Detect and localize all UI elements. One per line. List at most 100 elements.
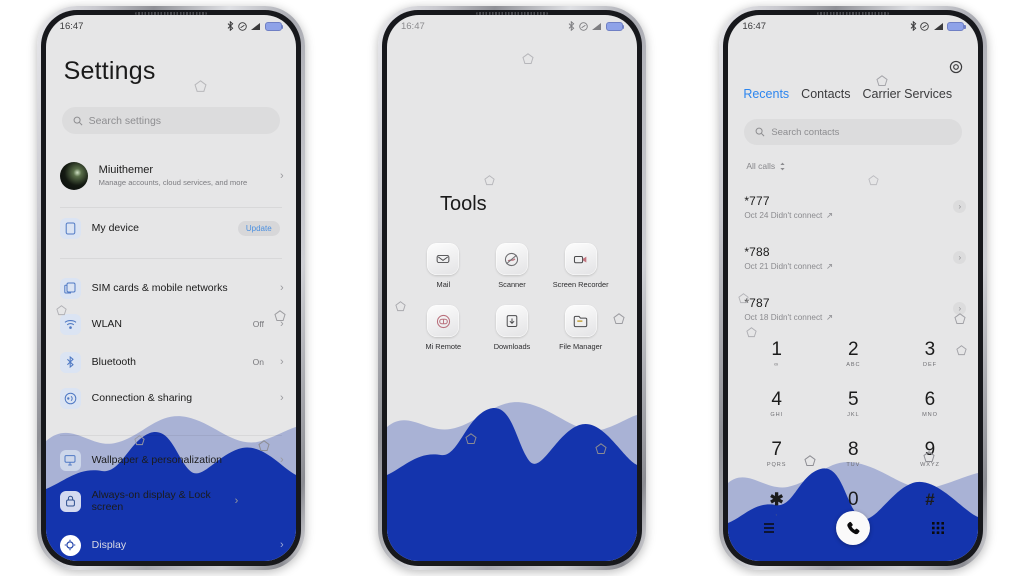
call-log-row[interactable]: *787 Oct 18 Didn't connect › xyxy=(744,283,967,334)
app-label: Screen Recorder xyxy=(552,280,609,289)
chevron-right-icon: › xyxy=(279,453,284,466)
call-detail: Oct 24 Didn't connect xyxy=(744,211,953,220)
screenshot-stage: 16:47 Settings Search settings Miuitheme… xyxy=(0,0,1024,576)
sidebar-item-connection-sharing[interactable]: Connection & sharing › xyxy=(59,381,284,415)
sidebar-item-wallpaper[interactable]: Wallpaper & personalization › xyxy=(59,443,284,477)
key-letters: JKL xyxy=(847,411,860,418)
chevron-right-icon[interactable]: › xyxy=(953,200,967,213)
status-badge[interactable]: Update xyxy=(237,220,280,236)
bluetooth-icon xyxy=(227,21,234,31)
sidebar-item-my-device[interactable]: My device Update xyxy=(59,211,284,245)
outgoing-call-arrow-icon xyxy=(827,212,833,218)
bluetooth-icon xyxy=(569,21,575,31)
screen-recorder-icon xyxy=(564,243,597,275)
app-icon-mail[interactable]: Mail xyxy=(409,243,478,289)
call-button-icon[interactable] xyxy=(836,511,871,545)
divider xyxy=(59,207,282,208)
search-placeholder: Search contacts xyxy=(771,126,840,138)
app-icon-screen-recorder[interactable]: Screen Recorder xyxy=(546,243,615,289)
app-icon-mi-remote[interactable]: Mi Remote xyxy=(409,305,478,351)
connection-sharing-icon xyxy=(59,387,81,409)
call-filter-label: All calls xyxy=(746,161,776,171)
battery-icon xyxy=(605,21,625,31)
battery-icon xyxy=(264,21,284,31)
search-input[interactable]: Search settings xyxy=(61,107,280,134)
app-icon-file-manager[interactable]: File Manager xyxy=(546,305,615,351)
key-letters: ABC xyxy=(846,361,861,368)
keypad-icon[interactable] xyxy=(925,521,951,535)
call-detail-text: Oct 18 Didn't connect xyxy=(744,312,823,322)
call-filter[interactable]: All calls xyxy=(746,161,786,171)
key-digit: 8 xyxy=(848,438,859,460)
dialpad-key-2[interactable]: 2 ABC xyxy=(815,333,892,375)
call-info: *777 Oct 24 Didn't connect xyxy=(744,194,953,220)
key-letters: MNO xyxy=(922,411,938,418)
key-letters: ∞ xyxy=(774,361,780,368)
chevron-right-icon: › xyxy=(279,391,284,404)
tab-carrier-services[interactable]: Carrier Services xyxy=(863,87,953,101)
sidebar-item-display[interactable]: Display › xyxy=(59,528,284,561)
status-bar: 16:47 xyxy=(46,15,296,37)
status-bar: 16:47 xyxy=(387,15,637,37)
sidebar-item-wlan[interactable]: WLAN Off › xyxy=(59,307,284,341)
avatar xyxy=(59,162,88,190)
chevron-right-icon[interactable]: › xyxy=(953,251,967,264)
sidebar-item-value: On xyxy=(252,357,264,367)
status-icons xyxy=(227,21,284,31)
key-digit: 2 xyxy=(848,338,859,360)
chevron-right-icon: › xyxy=(279,317,284,330)
home-screen: 16:47 Tools Mail Scanner Screen Recorder… xyxy=(386,15,637,561)
app-label: File Manager xyxy=(559,342,603,352)
sidebar-item-always-on-display[interactable]: Always-on display & Lock screen › xyxy=(59,481,284,521)
app-label: Mi Remote xyxy=(425,342,462,352)
key-letters: PQRS xyxy=(766,461,787,468)
account-name: Miuithemer xyxy=(98,163,154,176)
dialpad-key-5[interactable]: 5 JKL xyxy=(815,383,892,425)
tab-recents[interactable]: Recents xyxy=(743,87,789,101)
account-row[interactable]: Miuithemer Manage accounts, cloud servic… xyxy=(59,153,284,199)
sidebar-item-sim-cards[interactable]: SIM cards & mobile networks › xyxy=(59,271,284,305)
sidebar-item-bluetooth[interactable]: Bluetooth On › xyxy=(59,345,284,379)
key-digit: 7 xyxy=(771,438,782,460)
tab-bar: Recents Contacts Carrier Services xyxy=(743,87,952,101)
divider xyxy=(59,258,282,259)
dialpad-key-3[interactable]: 3 DEF xyxy=(892,333,969,375)
search-input[interactable]: Search contacts xyxy=(744,119,963,145)
sort-icon xyxy=(780,162,785,170)
call-log-row[interactable]: *788 Oct 21 Didn't connect › xyxy=(744,232,967,283)
key-digit: 6 xyxy=(924,388,936,410)
sidebar-item-label: Wallpaper & personalization xyxy=(91,453,223,466)
call-detail-text: Oct 24 Didn't connect xyxy=(744,210,823,220)
dialer-bottom-bar xyxy=(728,505,978,551)
tab-contacts[interactable]: Contacts xyxy=(801,87,850,101)
search-icon xyxy=(755,127,765,137)
app-icon-downloads[interactable]: Downloads xyxy=(478,305,547,351)
list-menu-icon[interactable] xyxy=(756,522,782,534)
call-log-row[interactable]: *777 Oct 24 Didn't connect › xyxy=(744,181,967,232)
app-label: Mail xyxy=(436,280,451,289)
call-log-list: *777 Oct 24 Didn't connect › *788 Oct 21… xyxy=(744,181,967,334)
pentagon-watermark xyxy=(465,433,477,445)
dialpad-key-6[interactable]: 6 MNO xyxy=(892,383,969,425)
dialpad-key-4[interactable]: 4 GHI xyxy=(738,383,815,425)
downloads-icon xyxy=(495,305,528,338)
pentagon-watermark xyxy=(595,443,607,455)
app-label: Downloads xyxy=(493,342,531,352)
dialpad-key-7[interactable]: 7 PQRS xyxy=(738,433,815,475)
chevron-right-icon: › xyxy=(279,169,284,182)
pentagon-watermark xyxy=(522,53,534,65)
call-number: *788 xyxy=(744,244,770,259)
dialpad-key-9[interactable]: 9 WXYZ xyxy=(892,433,969,475)
signal-icon xyxy=(592,22,602,30)
dialpad-key-1[interactable]: 1 ∞ xyxy=(738,333,815,375)
status-bar: 16:47 xyxy=(728,15,978,37)
earpiece-speaker xyxy=(134,12,207,15)
chevron-right-icon[interactable]: › xyxy=(953,302,967,315)
dialpad-key-8[interactable]: 8 TUV xyxy=(815,433,892,475)
app-icon-scanner[interactable]: Scanner xyxy=(478,243,547,289)
earpiece-speaker xyxy=(475,12,548,15)
search-placeholder: Search settings xyxy=(88,114,162,127)
gear-icon[interactable] xyxy=(948,59,964,80)
phone-bezel: 16:47 Recents Contacts Carrier Services xyxy=(723,10,984,566)
call-number: *787 xyxy=(744,295,770,310)
